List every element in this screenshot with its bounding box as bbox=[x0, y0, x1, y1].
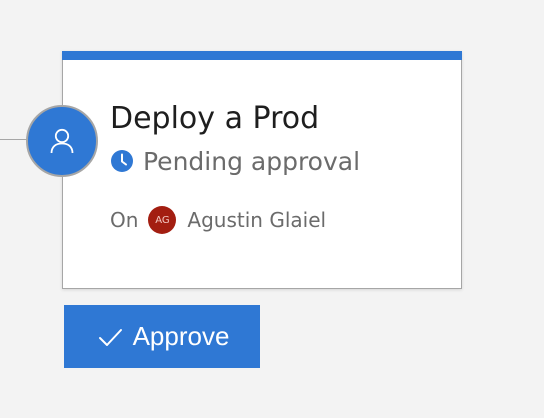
stage-title: Deploy a Prod bbox=[110, 101, 320, 136]
clock-icon bbox=[110, 149, 134, 173]
checkmark-icon bbox=[95, 322, 125, 352]
user-avatar: AG bbox=[148, 206, 177, 234]
status-text: Pending approval bbox=[143, 146, 361, 176]
stage-agent-row: On AG Agustin Glaiel bbox=[110, 205, 326, 235]
user-icon bbox=[50, 128, 74, 154]
on-label: On bbox=[110, 208, 139, 232]
user-name: Agustin Glaiel bbox=[187, 208, 327, 232]
approve-button[interactable]: Approve bbox=[64, 305, 260, 368]
card-status-bar bbox=[62, 51, 462, 60]
stage-status: Pending approval bbox=[110, 143, 360, 179]
approve-label: Approve bbox=[132, 321, 230, 351]
stage-approver-avatar bbox=[26, 105, 98, 177]
